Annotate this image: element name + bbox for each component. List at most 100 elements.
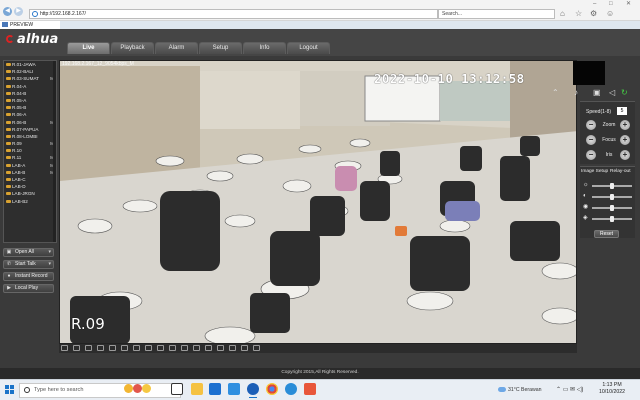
tab-playback[interactable]: Playback bbox=[111, 42, 154, 54]
contrast-slider[interactable]: ◐ bbox=[583, 193, 633, 201]
channel-list-item[interactable]: LAB-B2 bbox=[4, 198, 56, 205]
split-a-icon[interactable] bbox=[145, 345, 152, 351]
tab-info[interactable]: Info bbox=[243, 42, 286, 54]
internet-explorer-icon[interactable] bbox=[247, 383, 259, 398]
channel-label: LAB-JRGN bbox=[12, 191, 35, 197]
contrast-knob[interactable] bbox=[610, 194, 614, 200]
tab-live[interactable]: Live bbox=[67, 42, 110, 54]
local-play-button[interactable]: ▶ Local Play bbox=[3, 284, 54, 293]
refresh-icon[interactable]: ↻ bbox=[621, 89, 628, 97]
channel-list-item[interactable]: R.01-JAWA bbox=[4, 61, 56, 68]
split-e-icon[interactable] bbox=[193, 345, 200, 351]
mail-icon[interactable] bbox=[209, 383, 221, 395]
channel-list-item[interactable]: LAB-D bbox=[4, 183, 56, 190]
channel-list-item[interactable]: R.11M bbox=[4, 154, 56, 161]
task-view-icon[interactable] bbox=[171, 383, 183, 395]
instant-record-button[interactable]: ● Instant Record bbox=[3, 272, 54, 281]
maximize-icon[interactable]: □ bbox=[609, 0, 613, 9]
split-d-icon[interactable] bbox=[181, 345, 188, 351]
app-icon[interactable] bbox=[304, 383, 316, 395]
browser-tab-preview[interactable]: PREVIEW bbox=[0, 21, 60, 29]
camera-icon[interactable]: ▣ bbox=[593, 89, 601, 97]
split-9-icon[interactable] bbox=[85, 345, 92, 351]
split-b-icon[interactable] bbox=[157, 345, 164, 351]
channel-list-item[interactable]: R.08-LOMBI bbox=[4, 133, 56, 140]
split-36-icon[interactable] bbox=[121, 345, 128, 351]
channel-list-item[interactable]: R.04-A bbox=[4, 83, 56, 90]
file-explorer-icon[interactable] bbox=[191, 383, 203, 395]
settings-gear-icon[interactable]: ⚙ bbox=[590, 9, 597, 18]
split-c-icon[interactable] bbox=[169, 345, 176, 351]
favorites-star-icon[interactable]: ☆ bbox=[575, 9, 582, 18]
taskbar-clock[interactable]: 1:13 PM 10/10/2022 bbox=[594, 382, 630, 396]
microphone-icon[interactable]: ♪ bbox=[574, 89, 578, 97]
channel-list-item[interactable]: LAB-C bbox=[4, 176, 56, 183]
taskbar-search-input[interactable]: Type here to search bbox=[19, 383, 181, 398]
system-tray[interactable]: ⌃ ▭ ✉ ◁) bbox=[556, 386, 583, 393]
channel-list-item[interactable]: R.05-A bbox=[4, 97, 56, 104]
saturation-slider[interactable]: ◉ bbox=[583, 204, 633, 212]
split-custom-icon[interactable] bbox=[133, 345, 140, 351]
tab-title: PREVIEW bbox=[10, 22, 34, 28]
zoom-out-button[interactable]: − bbox=[586, 120, 596, 130]
channel-list-scrollbar[interactable] bbox=[53, 61, 56, 242]
brightness-slider[interactable]: ☼ bbox=[583, 182, 633, 190]
zoom-in-button[interactable]: + bbox=[620, 120, 630, 130]
mute-icon[interactable]: ◁ bbox=[609, 89, 615, 97]
channel-list-item[interactable]: R.06-BM bbox=[4, 119, 56, 126]
tab-relay-out[interactable]: Relay-out bbox=[610, 169, 631, 174]
tab-logout[interactable]: Logout bbox=[287, 42, 330, 54]
channel-list-item[interactable]: R.10 bbox=[4, 147, 56, 154]
tab-image-setup[interactable]: Image Setup bbox=[581, 169, 608, 174]
channel-list-item[interactable]: R.07-PAPUA bbox=[4, 126, 56, 133]
open-all-label: Open All bbox=[15, 249, 34, 255]
channel-list-item[interactable]: R.03-SUMATM bbox=[4, 75, 56, 82]
snapshot-icon[interactable] bbox=[253, 345, 260, 351]
ratio-icon[interactable] bbox=[217, 345, 224, 351]
chevron-up-icon[interactable]: ⌃ bbox=[552, 89, 559, 97]
close-window-icon[interactable]: ✕ bbox=[626, 0, 631, 9]
saturation-knob[interactable] bbox=[610, 205, 614, 211]
url-input[interactable]: http://192.168.2.167/ bbox=[29, 9, 438, 19]
hue-slider[interactable]: ◈ bbox=[583, 215, 633, 223]
home-icon[interactable]: ⌂ bbox=[560, 9, 565, 18]
minimize-icon[interactable]: – bbox=[593, 0, 596, 9]
tab-alarm[interactable]: Alarm bbox=[155, 42, 198, 54]
channel-list-item[interactable]: R.02-BALI bbox=[4, 68, 56, 75]
channel-list-item[interactable]: R.09M bbox=[4, 140, 56, 147]
split-1-icon[interactable] bbox=[61, 345, 68, 351]
tab-setup[interactable]: Setup bbox=[199, 42, 242, 54]
iris-plus-button[interactable]: + bbox=[620, 150, 630, 160]
split-4-icon[interactable] bbox=[73, 345, 80, 351]
edge-icon[interactable] bbox=[285, 383, 297, 395]
channel-list-item[interactable]: LAB-JRGN bbox=[4, 190, 56, 197]
fullscreen-icon[interactable] bbox=[205, 345, 212, 351]
reset-button[interactable]: Reset bbox=[594, 230, 619, 238]
browser-search-input[interactable]: Search... bbox=[438, 9, 555, 19]
brightness-knob[interactable] bbox=[610, 183, 614, 189]
hue-knob[interactable] bbox=[610, 216, 614, 222]
windows-start-icon[interactable] bbox=[5, 385, 15, 395]
focus-minus-button[interactable]: − bbox=[586, 135, 596, 145]
smiley-icon[interactable]: ☺ bbox=[606, 9, 614, 18]
open-all-button[interactable]: ▣ Open All ▾ bbox=[3, 248, 54, 257]
split-16-icon[interactable] bbox=[97, 345, 104, 351]
zoom-icon[interactable] bbox=[241, 345, 248, 351]
channel-list-item[interactable]: R.06-A bbox=[4, 111, 56, 118]
fluency-icon[interactable] bbox=[229, 345, 236, 351]
back-icon[interactable]: ◀ bbox=[3, 7, 12, 16]
ptz-speed-select[interactable]: 5 bbox=[617, 107, 627, 115]
chrome-icon[interactable] bbox=[266, 383, 278, 395]
focus-plus-button[interactable]: + bbox=[620, 135, 630, 145]
store-icon[interactable] bbox=[228, 383, 240, 395]
forward-icon[interactable]: ▶ bbox=[14, 7, 23, 16]
split-25-icon[interactable] bbox=[109, 345, 116, 351]
iris-minus-button[interactable]: − bbox=[586, 150, 596, 160]
live-video-view[interactable]: 192.168.2.167_12_9054kbps_M 2022-10-10 1… bbox=[59, 60, 577, 344]
channel-list-item[interactable]: R.04-B bbox=[4, 90, 56, 97]
channel-list-item[interactable]: LAB-AM bbox=[4, 162, 56, 169]
weather-widget[interactable]: 31°C Berawan bbox=[498, 384, 542, 396]
channel-list-item[interactable]: R.05-B bbox=[4, 104, 56, 111]
channel-list-item[interactable]: LAB-BM bbox=[4, 169, 56, 176]
start-talk-button[interactable]: ✆ Start Talk ▾ bbox=[3, 260, 54, 269]
